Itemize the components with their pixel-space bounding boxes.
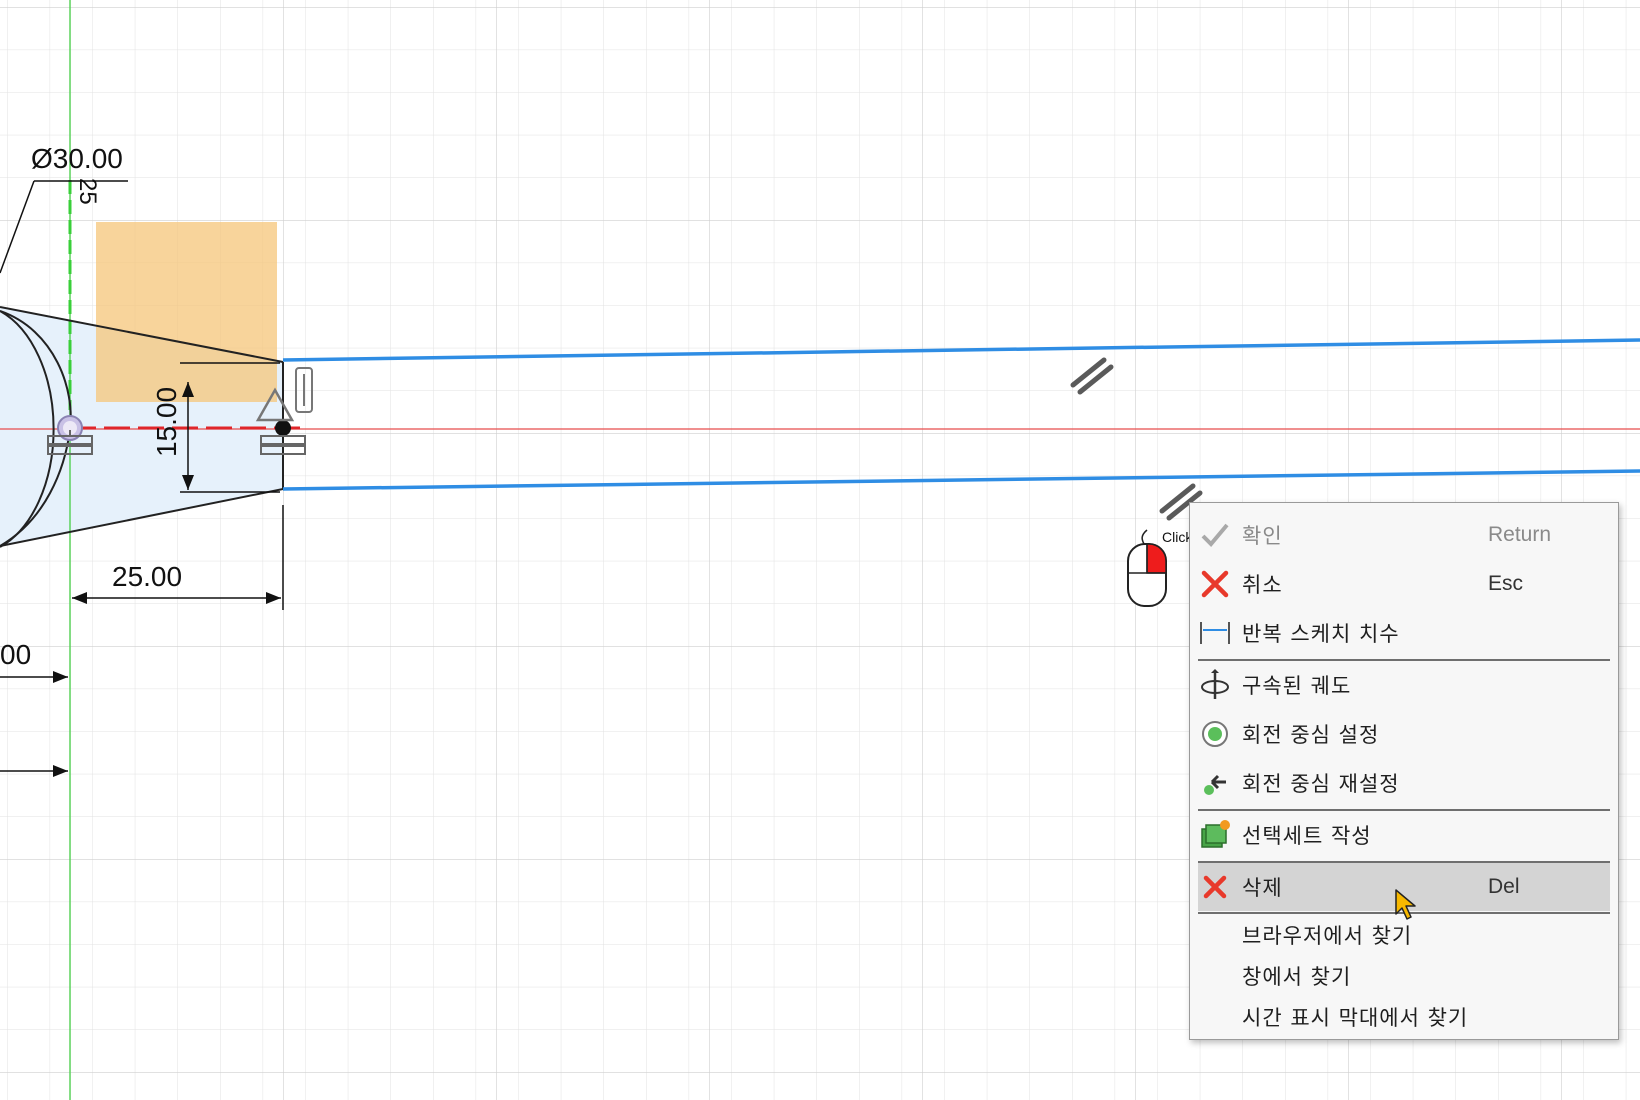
orbit-center-icon (1198, 717, 1232, 751)
width-dimension[interactable]: 25.00 (112, 561, 182, 592)
menu-item-shortcut: Return (1488, 523, 1552, 546)
menu-separator (1198, 809, 1610, 811)
mouse-pointer-icon (1395, 889, 1416, 920)
menu-item-label: 창에서 찾기 (1242, 965, 1352, 989)
height-dimension[interactable]: 15.00 (151, 387, 182, 457)
vertical-dimension-small[interactable]: 25 (74, 178, 101, 205)
menu-item-label: 회전 중심 재설정 (1242, 772, 1400, 796)
menu-item-reset-orbit-center[interactable]: 회전 중심 재설정 (1198, 761, 1610, 805)
checkmark-icon (1198, 518, 1232, 552)
menu-item-label: 브라우저에서 찾기 (1242, 924, 1413, 948)
menu-separator (1198, 659, 1610, 661)
highlight-box (96, 222, 277, 402)
delete-x-icon (1198, 870, 1232, 904)
menu-item-find-in-timeline[interactable]: 시간 표시 막대에서 찾기 (1198, 997, 1610, 1037)
menu-item-label: 시간 표시 막대에서 찾기 (1242, 1006, 1469, 1030)
menu-item-label: 선택세트 작성 (1242, 824, 1372, 848)
reset-orbit-center-icon (1198, 766, 1232, 800)
menu-item-find-in-window[interactable]: 창에서 찾기 (1198, 956, 1610, 996)
menu-item-label: 취소 (1242, 573, 1283, 597)
menu-item-create-selection-set[interactable]: 선택세트 작성 (1198, 813, 1610, 857)
selection-set-icon (1198, 818, 1232, 852)
sketch-dimension-icon (1198, 616, 1232, 650)
menu-item-shortcut: Esc (1488, 572, 1524, 595)
end-point[interactable] (275, 420, 291, 436)
context-menu: 확인 Return 취소 Esc 반복 스케치 치수 구속된 궤도 회전 중심 … (1189, 502, 1619, 1040)
menu-item-constrained-orbit[interactable]: 구속된 궤도 (1198, 663, 1610, 707)
menu-item-label: 확인 (1242, 524, 1283, 548)
menu-item-repeat-sketch-dimension[interactable]: 반복 스케치 치수 (1198, 611, 1610, 655)
menu-item-label: 반복 스케치 치수 (1242, 622, 1400, 646)
menu-item-set-orbit-center[interactable]: 회전 중심 설정 (1198, 712, 1610, 756)
menu-item-confirm[interactable]: 확인 Return (1198, 513, 1610, 557)
diameter-dimension[interactable]: Ø30.00 (31, 143, 123, 174)
menu-item-shortcut: Del (1488, 875, 1520, 898)
cancel-x-icon (1198, 567, 1232, 601)
constrained-orbit-icon (1198, 668, 1232, 702)
menu-item-cancel[interactable]: 취소 Esc (1198, 562, 1610, 606)
menu-item-label: 삭제 (1242, 876, 1283, 900)
menu-item-label: 회전 중심 설정 (1242, 723, 1380, 747)
menu-item-label: 구속된 궤도 (1242, 674, 1352, 698)
partial-dimension[interactable]: 00 (0, 639, 31, 670)
